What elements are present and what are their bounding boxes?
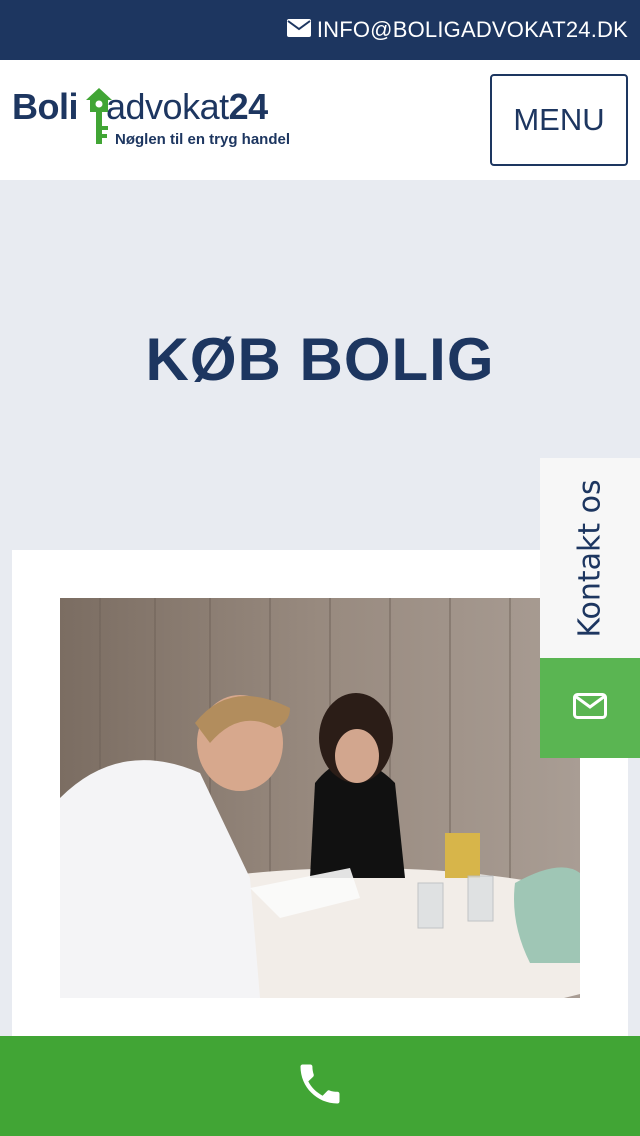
envelope-icon [286,17,311,43]
site-header: Boli advokat24 Nøglen til en tryg handel … [0,60,640,180]
house-key-icon [85,86,113,151]
page-title: KØB BOLIG [145,326,495,393]
email-text: INFO@BOLIGADVOKAT24.DK [316,17,628,42]
envelope-icon [573,692,607,724]
top-bar: INFO@BOLIGADVOKAT24.DK [0,0,640,60]
email-link[interactable]: INFO@BOLIGADVOKAT24.DK [286,17,628,43]
content-card [12,550,628,1050]
contact-mail-button[interactable] [540,658,640,758]
menu-button[interactable]: MENU [490,74,628,166]
phone-icon [294,1058,346,1115]
contact-tab[interactable]: Kontakt os [540,458,640,658]
logo-tagline: Nøglen til en tryg handel [115,131,291,148]
contact-tab-label: Kontakt os [572,478,608,638]
hero-photo [60,598,580,998]
call-button[interactable] [0,1036,640,1136]
logo[interactable]: Boli advokat24 Nøglen til en tryg handel [12,86,312,156]
logo-wordmark: Boli advokat24 [12,86,268,127]
